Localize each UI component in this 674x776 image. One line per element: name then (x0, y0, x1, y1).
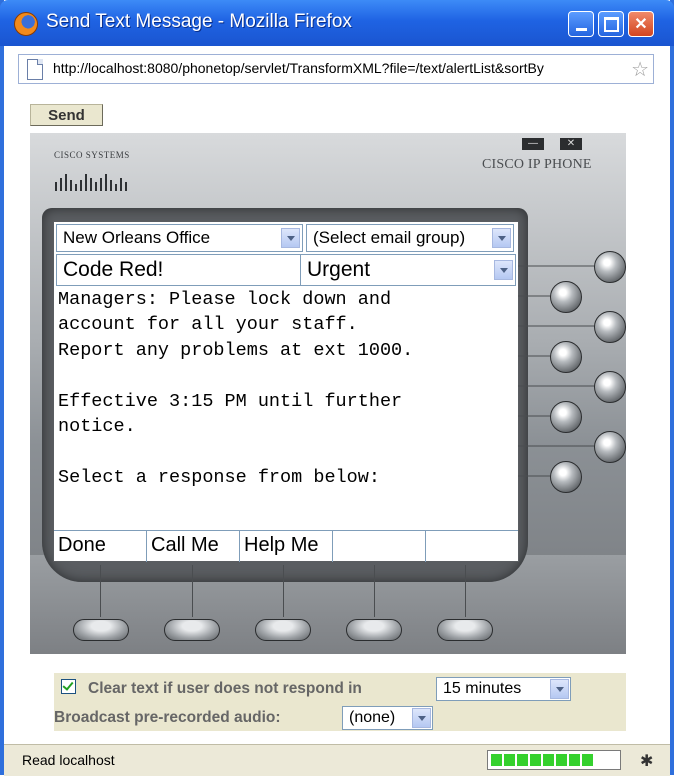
clear-timeout-select[interactable]: 15 minutes (436, 677, 571, 701)
line-button-3[interactable] (594, 311, 626, 343)
office-select[interactable]: New Orleans Office (56, 224, 303, 252)
chevron-down-icon[interactable] (550, 679, 569, 699)
softkey-button-1[interactable] (73, 619, 129, 641)
progress-segment (582, 754, 593, 766)
email-group-select-value: (Select email group) (313, 228, 466, 247)
close-button[interactable]: ✕ (628, 11, 654, 37)
progress-segment (569, 754, 580, 766)
office-select-value: New Orleans Office (63, 228, 211, 247)
clear-timeout-value: 15 minutes (443, 680, 522, 697)
cisco-logo-icon (55, 174, 127, 191)
progress-segment (530, 754, 541, 766)
status-bar: Read localhost ✱ (4, 744, 670, 776)
firebug-icon[interactable]: ✱ (640, 751, 653, 771)
bookmark-star-icon[interactable]: ☆ (631, 57, 649, 82)
softkey-empty-4[interactable] (333, 531, 426, 562)
softkey-button-4[interactable] (346, 619, 402, 641)
priority-select-value: Urgent (307, 258, 371, 281)
line-button-2[interactable] (550, 281, 582, 313)
softkey-button-3[interactable] (255, 619, 311, 641)
softkey-stem (100, 565, 101, 617)
send-button[interactable]: Send (30, 104, 103, 126)
progress-bar (487, 750, 621, 770)
phone-brand-label: CISCO IP PHONE (482, 157, 592, 172)
status-text: Read localhost (22, 752, 115, 768)
chevron-down-icon[interactable] (281, 228, 300, 248)
title-bar: Send Text Message - Mozilla Firefox ✕ (0, 0, 674, 46)
vendor-wordmark: CISCO SYSTEMS (54, 150, 130, 160)
message-text[interactable]: Managers: Please lock down and account f… (54, 287, 518, 527)
progress-segment (517, 754, 528, 766)
softkey-done[interactable]: Done (54, 531, 147, 562)
chevron-down-icon[interactable] (492, 228, 511, 248)
firefox-logo-icon (14, 12, 38, 36)
softkey-call-me[interactable]: Call Me (147, 531, 240, 562)
subject-field[interactable]: Code Red! (56, 254, 302, 286)
clear-text-label: Clear text if user does not respond in (88, 680, 362, 697)
progress-segment (556, 754, 567, 766)
softkey-bar: Done Call Me Help Me (54, 530, 518, 562)
chevron-down-icon[interactable] (412, 708, 431, 728)
progress-segment (491, 754, 502, 766)
progress-segment (504, 754, 515, 766)
phone-screen: New Orleans Office (Select email group) … (53, 221, 519, 562)
phone-minus-icon[interactable]: — (522, 138, 544, 150)
broadcast-label: Broadcast pre-recorded audio: (54, 709, 281, 726)
progress-segment (543, 754, 554, 766)
line-button-5[interactable] (594, 371, 626, 403)
broadcast-select[interactable]: (none) (342, 706, 433, 730)
softkey-empty-5[interactable] (426, 531, 519, 562)
page-icon (27, 59, 43, 80)
broadcast-value: (none) (349, 709, 396, 726)
priority-select[interactable]: Urgent (300, 254, 516, 286)
line-button-7[interactable] (594, 431, 626, 463)
softkey-stem (192, 565, 193, 617)
address-bar[interactable]: http://localhost:8080/phonetop/servlet/T… (18, 54, 654, 84)
softkey-button-5[interactable] (437, 619, 493, 641)
window-title: Send Text Message - Mozilla Firefox (46, 11, 352, 32)
email-group-select[interactable]: (Select email group) (306, 224, 514, 252)
maximize-button[interactable] (598, 11, 624, 37)
subject-value: Code Red! (63, 258, 164, 281)
softkey-stem (283, 565, 284, 617)
line-button-8[interactable] (550, 461, 582, 493)
minimize-button[interactable] (568, 11, 594, 37)
line-button-4[interactable] (550, 341, 582, 373)
softkey-button-2[interactable] (164, 619, 220, 641)
softkey-help-me[interactable]: Help Me (240, 531, 333, 562)
clear-text-checkbox[interactable] (61, 679, 76, 694)
url-text[interactable]: http://localhost:8080/phonetop/servlet/T… (53, 60, 623, 76)
softkey-stem (374, 565, 375, 617)
chevron-down-icon[interactable] (494, 260, 513, 280)
softkey-stem (465, 565, 466, 617)
line-button-6[interactable] (550, 401, 582, 433)
progress-fill (491, 754, 593, 766)
phone-close-icon[interactable]: ✕ (560, 138, 582, 150)
line-button-1[interactable] (594, 251, 626, 283)
